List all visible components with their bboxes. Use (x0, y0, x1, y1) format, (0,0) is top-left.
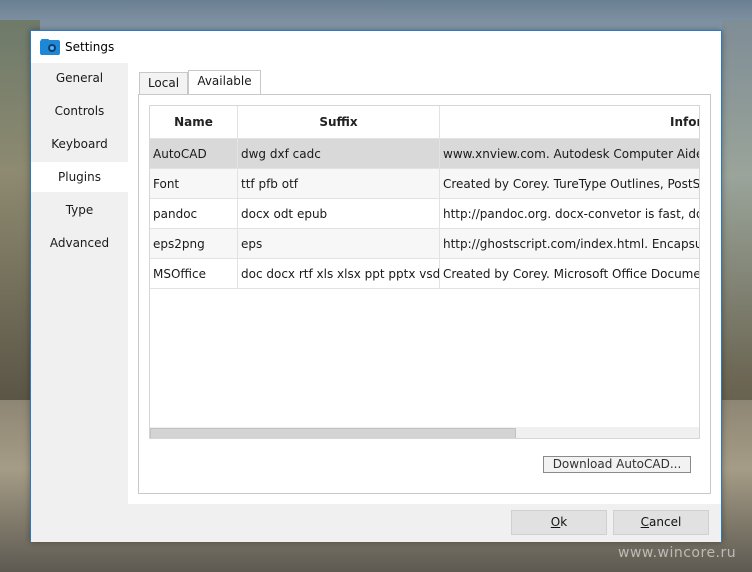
table-row[interactable]: pandoc docx odt epub http://pandoc.org. … (150, 199, 699, 229)
cell-name: pandoc (150, 199, 238, 229)
settings-window: Settings General Controls Keyboard Plugi… (30, 30, 722, 542)
cell-name: AutoCAD (150, 139, 238, 169)
table-row[interactable]: AutoCAD dwg dxf cadc www.xnview.com. Aut… (150, 139, 699, 169)
ok-label-rest: k (560, 515, 568, 529)
table-row[interactable]: MSOffice doc docx rtf xls xlsx ppt pptx … (150, 259, 699, 289)
ok-button[interactable]: Ok (511, 510, 607, 535)
cell-suffix: ttf pfb otf (238, 169, 440, 199)
cancel-button[interactable]: Cancel (613, 510, 709, 535)
camera-folder-icon (40, 39, 60, 55)
cell-info: www.xnview.com. Autodesk Computer Aided … (440, 139, 699, 169)
window-title: Settings (65, 40, 115, 54)
cell-name: Font (150, 169, 238, 199)
tab-local[interactable]: Local (139, 72, 188, 94)
cancel-mnemonic: C (640, 515, 650, 529)
sidebar-item-plugins[interactable]: Plugins (31, 162, 128, 192)
scrollbar-thumb[interactable] (150, 428, 516, 438)
plugins-table: Name Suffix Infor AutoCAD dwg dxf cadc w… (149, 105, 700, 439)
table-row[interactable]: eps2png eps http://ghostscript.com/index… (150, 229, 699, 259)
content-area: Local Available Name Suffix Infor AutoCA… (128, 63, 721, 504)
sidebar: General Controls Keyboard Plugins Type A… (31, 63, 128, 504)
cell-suffix: docx odt epub (238, 199, 440, 229)
cancel-label-rest: ancel (649, 515, 682, 529)
column-header-info[interactable]: Infor (440, 106, 699, 139)
horizontal-scrollbar[interactable] (150, 427, 699, 438)
cell-suffix: doc docx rtf xls xlsx ppt pptx vsd vsdx (238, 259, 440, 289)
table-header: Name Suffix Infor (150, 106, 699, 139)
cell-suffix: dwg dxf cadc (238, 139, 440, 169)
ok-mnemonic: O (550, 515, 561, 529)
column-header-name[interactable]: Name (150, 106, 238, 139)
column-header-suffix[interactable]: Suffix (238, 106, 440, 139)
sidebar-item-general[interactable]: General (31, 63, 128, 93)
sidebar-item-controls[interactable]: Controls (31, 96, 128, 126)
download-plugin-button[interactable]: Download AutoCAD... (543, 456, 691, 473)
tab-available[interactable]: Available (188, 70, 261, 95)
cell-name: MSOffice (150, 259, 238, 289)
cell-suffix: eps (238, 229, 440, 259)
watermark: www.wincore.ru (618, 545, 737, 561)
cell-name: eps2png (150, 229, 238, 259)
table-row[interactable]: Font ttf pfb otf Created by Corey. TureT… (150, 169, 699, 199)
cell-info: Created by Corey. TureType Outlines, Pos… (440, 169, 699, 199)
cell-info: Created by Corey. Microsoft Office Docum… (440, 259, 699, 289)
cell-info: http://ghostscript.com/index.html. Encap… (440, 229, 699, 259)
dialog-footer: Ok Cancel (31, 504, 721, 542)
sidebar-item-advanced[interactable]: Advanced (31, 228, 128, 258)
title-bar[interactable]: Settings (31, 31, 721, 63)
cell-info: http://pandoc.org. docx-convetor is fast… (440, 199, 699, 229)
sidebar-item-type[interactable]: Type (31, 195, 128, 225)
tab-panel: Name Suffix Infor AutoCAD dwg dxf cadc w… (138, 94, 711, 494)
sidebar-item-keyboard[interactable]: Keyboard (31, 129, 128, 159)
